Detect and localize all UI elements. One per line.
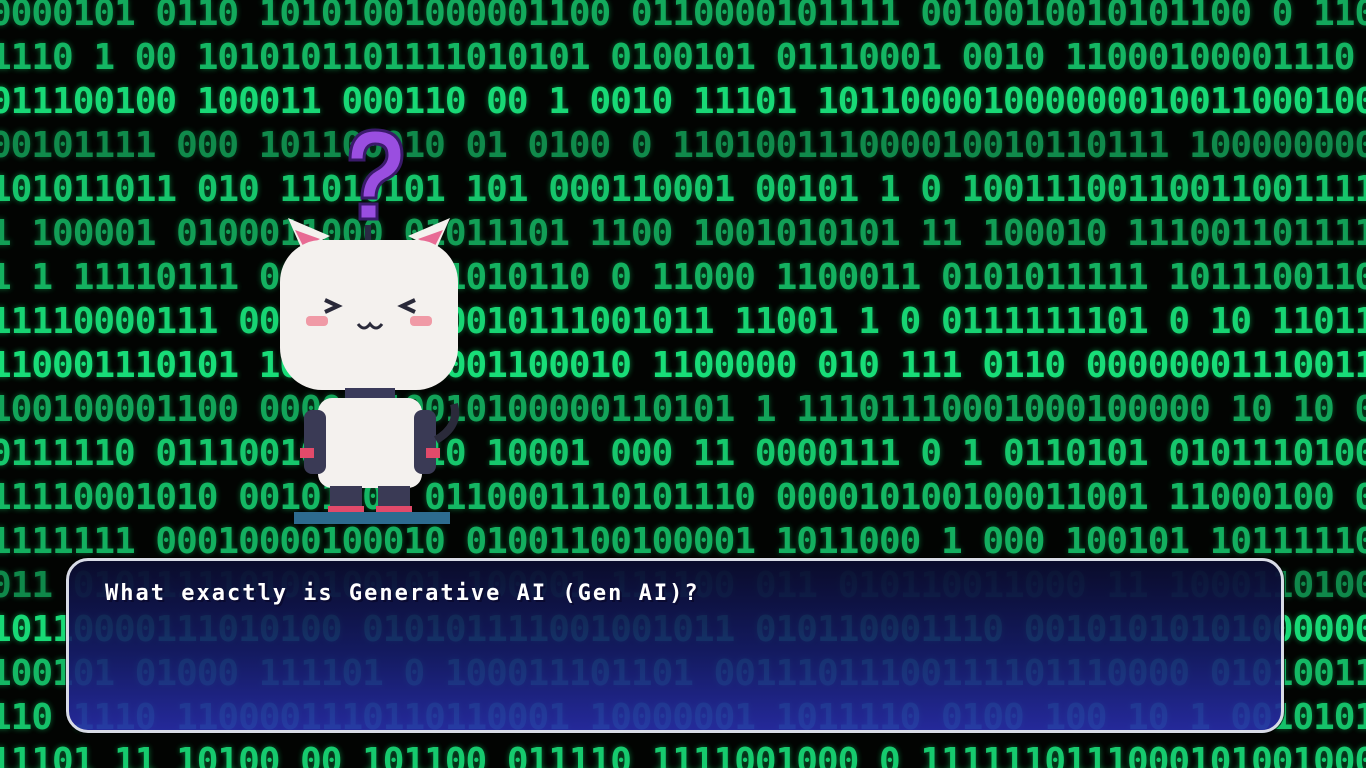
question-mark-icon [348, 128, 404, 221]
binary-row: 00101111 000 101100010 01 0100 0 1101001… [0, 125, 1366, 166]
cat-head [280, 218, 458, 390]
binary-row: 100100001100 00001 10010100000110101 1 1… [0, 389, 1366, 430]
cat-character [280, 128, 460, 524]
binary-row: 11110001010 00101100 0110001110101110 00… [0, 477, 1366, 518]
dialog-text: What exactly is Generative AI (Gen AI)? [105, 581, 700, 606]
binary-row: 011100100 100011 000110 00 1 0010 11101 … [0, 81, 1366, 122]
binary-row: 110001110101 1001 01 1001100010 1100000 … [0, 345, 1366, 386]
cat-body [300, 398, 460, 514]
platform [294, 512, 450, 524]
binary-row: 11101 11 10100 00 101100 011110 11110010… [0, 741, 1366, 768]
dialog-box[interactable]: What exactly is Generative AI (Gen AI)? [66, 558, 1284, 733]
binary-row: 11110000111 000 0110100010111001011 1100… [0, 301, 1366, 342]
binary-row: 0111110 011100101110110 10001 000 11 000… [0, 433, 1366, 474]
binary-row: 1110 1 00 1010101101111010101 0100101 01… [0, 37, 1355, 78]
binary-row: 101011011 010 11010101 101 000110001 001… [0, 169, 1366, 210]
binary-row: 1 100001 0100011000 01011101 1100 100101… [0, 213, 1366, 254]
binary-row: 1 1 11110111 000 010111010110 0 11000 11… [0, 257, 1366, 298]
binary-row: 0000101 0110 10101001000001100 011000010… [0, 0, 1366, 34]
